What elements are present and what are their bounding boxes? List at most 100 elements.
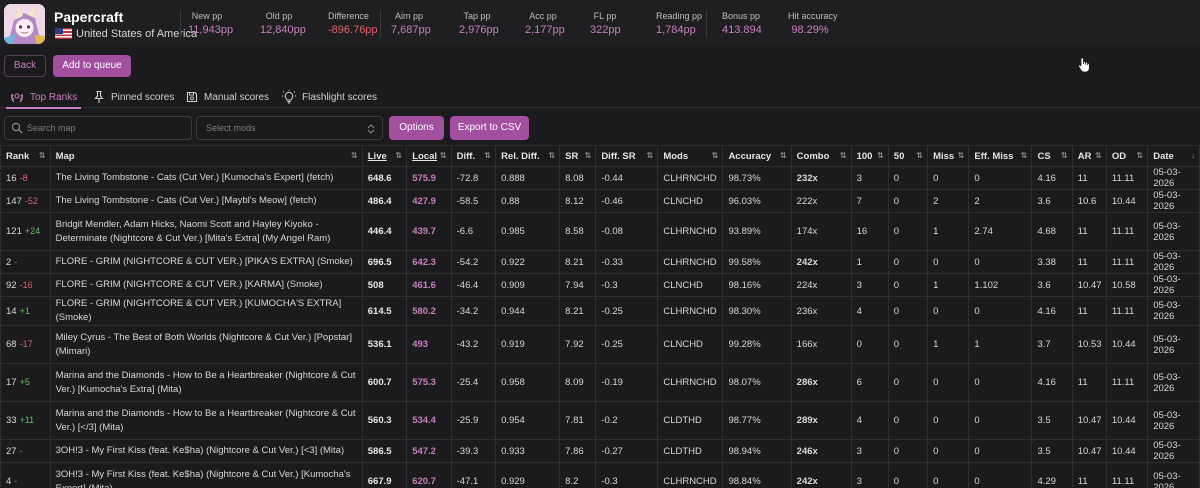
search-input[interactable] (27, 120, 187, 136)
cell-date: 05-03-2026 (1147, 439, 1200, 463)
avatar[interactable] (4, 4, 45, 44)
cell-live: 600.7 (361, 363, 408, 402)
search-box[interactable] (4, 116, 192, 140)
table-row[interactable]: 16 -8 The Living Tombstone - Cats (Cut Ver… (0, 166, 1200, 190)
column-header-od[interactable]: OD ⇅ (1105, 145, 1149, 167)
column-header-ar[interactable]: AR ⇅ (1071, 145, 1107, 167)
mods-select[interactable]: Select mods (196, 116, 383, 140)
back-button[interactable]: Back (4, 55, 46, 77)
cell-local: 427.9 (406, 189, 452, 213)
column-header-50[interactable]: 50 ⇅ (887, 145, 929, 167)
sort-icon: ⇅ (779, 151, 787, 160)
table-header-row: Rank ⇅ Map ⇅ Live ⇅ Local ⇅ Diff. ⇅ Rel. Diff… (0, 145, 1200, 167)
column-header-sr[interactable]: SR ⇅ (559, 145, 597, 167)
column-header-rank[interactable]: Rank ⇅ (0, 145, 51, 167)
mods-select-placeholder: Select mods (206, 123, 256, 133)
column-header-cs[interactable]: CS ⇅ (1031, 145, 1073, 167)
cell-ar: 11 (1071, 296, 1107, 326)
table-row[interactable]: 27-3OH!3 - My First Kiss (feat. Ke$ha) (… (0, 439, 1200, 463)
rank-value: 121 (6, 226, 22, 237)
cell-map[interactable]: FLORE - GRIM (NIGHTCORE & CUT VER.) [KUM… (49, 296, 363, 326)
cell-combo: 236x (790, 296, 852, 326)
sort-icon: ⇅ (38, 151, 46, 160)
table-row[interactable]: 33 +11 Marina and the Diamonds - How to Be… (0, 401, 1200, 440)
cell-diff: -25.9 (450, 401, 497, 440)
table-row[interactable]: 68 -17 Miley Cyrus - The Best of Both Worl… (0, 325, 1200, 364)
stat-label: Old pp (265, 11, 293, 21)
column-header-eff-miss[interactable]: Eff. Miss ⇅ (968, 145, 1033, 167)
column-header-combo[interactable]: Combo ⇅ (790, 145, 852, 167)
cell-100: 3 (850, 439, 889, 463)
column-header-miss[interactable]: Miss ⇅ (927, 145, 970, 167)
cell-mods: CLHRNCHD (657, 363, 724, 402)
score-tabs: Top Ranks Pinned scores Manual scores Fl… (0, 86, 1200, 109)
cell-mods: CLDTHD (657, 439, 724, 463)
cell-diff: -47.1 (450, 462, 497, 488)
cell-map[interactable]: FLORE - GRIM (NIGHTCORE & CUT VER.) [PIK… (49, 250, 363, 274)
tab-manual-scores[interactable]: Manual scores (186, 86, 269, 108)
cell-date: 05-03-2026 (1147, 325, 1200, 364)
cell-map[interactable]: 3OH!3 - My First Kiss (feat. Ke$ha) (Nig… (49, 462, 363, 488)
cell-od: 11.11 (1105, 296, 1149, 326)
options-button[interactable]: Options (389, 116, 444, 140)
cell-map[interactable]: 3OH!3 - My First Kiss (feat. Ke$ha) (Nig… (49, 439, 363, 463)
table-row[interactable]: 92 -16 FLORE - GRIM (NIGHTCORE & CUT VER.)… (0, 273, 1200, 297)
table-row[interactable]: 121 +24 Bridgit Mendler, Adam Hicks, Naomi… (0, 212, 1200, 251)
add-to-queue-button[interactable]: Add to queue (53, 55, 131, 77)
cell-50: 0 (887, 325, 929, 364)
cell-rel-diff: 0.933 (495, 439, 561, 463)
column-header-rel-diff[interactable]: Rel. Diff. ⇅ (495, 145, 561, 167)
table-row[interactable]: 14 +1 FLORE - GRIM (NIGHTCORE & CUT VER.) … (0, 296, 1200, 326)
stat-fl-pp: FL pp 322pp (590, 11, 621, 36)
cell-50: 0 (887, 439, 929, 463)
cell-od: 11.11 (1105, 212, 1149, 251)
column-header-diff[interactable]: Diff. ⇅ (450, 145, 497, 167)
cell-map[interactable]: Marina and the Diamonds - How to Be a He… (49, 363, 363, 402)
sort-icon: ⇅ (584, 151, 592, 160)
stat-value: 2,976pp (459, 24, 499, 36)
cell-map[interactable]: Marina and the Diamonds - How to Be a He… (49, 401, 363, 440)
cell-date: 05-03-2026 (1147, 401, 1200, 440)
table-row[interactable]: 147 -52 The Living Tombstone - Cats (Cut V… (0, 189, 1200, 213)
tab-top-ranks[interactable]: Top Ranks (5, 86, 82, 109)
stat-new-pp: New pp 11,943pp (188, 11, 233, 36)
export-csv-button[interactable]: Export to CSV (450, 116, 529, 140)
column-header-date[interactable]: Date ↓ (1147, 145, 1200, 167)
column-header-local[interactable]: Local ⇅ (406, 145, 452, 167)
hand-cursor-icon (1078, 57, 1090, 76)
cell-map[interactable]: FLORE - GRIM (NIGHTCORE & CUT VER.) [KAR… (49, 273, 363, 297)
cell-rel-diff: 0.985 (495, 212, 561, 251)
table-row[interactable]: 4-3OH!3 - My First Kiss (feat. Ke$ha) (N… (0, 462, 1200, 488)
tab-flashlight-scores[interactable]: Flashlight scores (282, 86, 377, 108)
column-header-accuracy[interactable]: Accuracy ⇅ (722, 145, 792, 167)
column-header-100[interactable]: 100 ⇅ (850, 145, 889, 167)
cell-map[interactable]: The Living Tombstone - Cats (Cut Ver.) [… (49, 166, 363, 190)
cell-miss: 0 (927, 363, 970, 402)
cell-combo: 242x (790, 462, 852, 488)
cell-50: 0 (887, 250, 929, 274)
username[interactable]: Papercraft (54, 9, 123, 25)
cell-ar: 11 (1071, 166, 1107, 190)
cell-mods: CLDTHD (657, 401, 724, 440)
tab-label: Flashlight scores (302, 91, 378, 103)
cell-miss: 1 (927, 273, 970, 297)
cell-eff-miss: 0 (968, 439, 1033, 463)
rank-value: 17 (6, 377, 17, 388)
column-header-map[interactable]: Map ⇅ (49, 145, 363, 167)
cell-miss: 0 (927, 166, 970, 190)
sort-icon: ⇅ (484, 151, 492, 160)
cell-map[interactable]: Miley Cyrus - The Best of Both Worlds (N… (49, 325, 363, 364)
cell-map[interactable]: The Living Tombstone - Cats (Cut Ver.) [… (49, 189, 363, 213)
cell-local: 534.4 (406, 401, 452, 440)
table-row[interactable]: 17 +5 Marina and the Diamonds - How to Be … (0, 363, 1200, 402)
table-row[interactable]: 2- FLORE - GRIM (NIGHTCORE & CUT VER.) [P… (0, 250, 1200, 274)
table-body: 16 -8 The Living Tombstone - Cats (Cut Ver… (0, 166, 1200, 488)
cell-map[interactable]: Bridgit Mendler, Adam Hicks, Naomi Scott… (49, 212, 363, 251)
cell-diff-sr: -0.46 (595, 189, 659, 213)
stat-old-pp: Old pp 12,840pp (260, 11, 306, 36)
tab-pinned-scores[interactable]: Pinned scores (93, 86, 174, 108)
column-header-live[interactable]: Live ⇅ (361, 145, 408, 167)
column-header-mods[interactable]: Mods ⇅ (657, 145, 724, 167)
column-header-diff-sr[interactable]: Diff. SR ⇅ (595, 145, 659, 167)
cell-diff-sr: -0.25 (595, 325, 659, 364)
